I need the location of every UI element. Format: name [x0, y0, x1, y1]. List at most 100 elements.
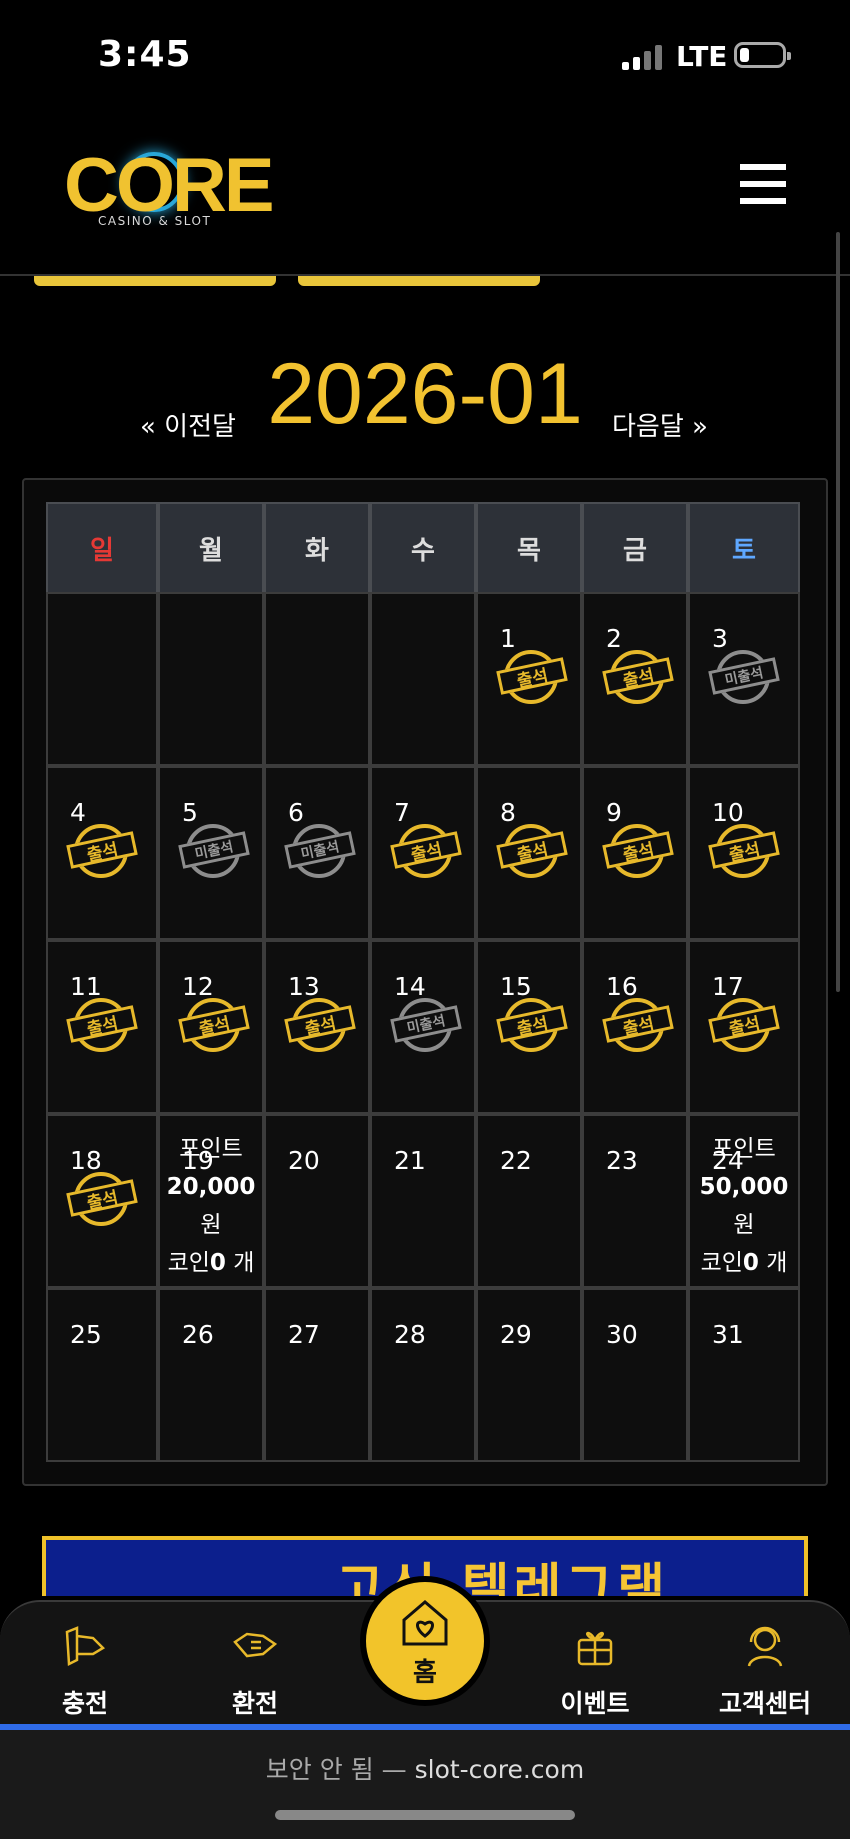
browser-url-bar[interactable]: 보안 안 됨 — slot-core.com	[0, 1730, 850, 1839]
calendar-day-cell[interactable]: 14 미출석	[370, 940, 476, 1114]
calendar-day-cell[interactable]: 2 출석	[582, 592, 688, 766]
calendar-day-cell[interactable]	[264, 592, 370, 766]
nav-support[interactable]: 고객센터	[705, 1602, 825, 1730]
reward-amount: 20,000	[166, 1174, 256, 1200]
day-number: 6	[288, 798, 304, 827]
absent-stamp: 미출석	[284, 824, 358, 878]
calendar-day-cell[interactable]: 29	[476, 1288, 582, 1462]
logo[interactable]: CORE CASINO & SLOT	[64, 148, 275, 230]
deposit-icon	[65, 1626, 106, 1666]
logo-subtitle: CASINO & SLOT	[98, 214, 212, 228]
status-time: 3:45	[98, 34, 192, 75]
nav-home-button[interactable]: 홈	[360, 1576, 490, 1706]
next-month-link[interactable]: 다음달 »	[612, 406, 708, 443]
calendar-day-cell[interactable]: 8 출석	[476, 766, 582, 940]
coin-unit: 개	[766, 1250, 788, 1276]
tab-stub-1[interactable]	[34, 276, 276, 286]
nav-event[interactable]: 이벤트	[535, 1602, 655, 1730]
calendar-day-cell[interactable]: 5 미출석	[158, 766, 264, 940]
calendar-day-cell[interactable]: 21	[370, 1114, 476, 1288]
attended-stamp: 출석	[66, 1172, 140, 1226]
day-number: 15	[500, 972, 532, 1001]
attended-stamp: 출석	[602, 998, 676, 1052]
attended-stamp: 출석	[496, 824, 570, 878]
home-indicator[interactable]	[275, 1810, 575, 1820]
calendar-day-cell[interactable]	[158, 592, 264, 766]
weekday-header: 일	[46, 502, 158, 594]
calendar-day-cell[interactable]: 18 출석	[46, 1114, 158, 1288]
absent-stamp: 미출석	[390, 998, 464, 1052]
attended-stamp: 출석	[178, 998, 252, 1052]
calendar-day-cell[interactable]	[46, 592, 158, 766]
calendar-day-cell[interactable]: 27	[264, 1288, 370, 1462]
calendar-day-cell[interactable]: 11 출석	[46, 940, 158, 1114]
calendar-day-cell[interactable]: 20	[264, 1114, 370, 1288]
attended-stamp: 출석	[66, 824, 140, 878]
day-number: 24	[712, 1146, 744, 1175]
day-number: 7	[394, 798, 410, 827]
day-number: 5	[182, 798, 198, 827]
calendar-day-cell[interactable]: 26	[158, 1288, 264, 1462]
day-number: 22	[500, 1146, 532, 1175]
day-number: 20	[288, 1146, 320, 1175]
battery-icon	[734, 42, 791, 68]
calendar-day-cell[interactable]	[370, 592, 476, 766]
calendar-day-cell[interactable]: 28	[370, 1288, 476, 1462]
calendar-day-cell[interactable]: 31	[688, 1288, 800, 1462]
coin-label: 코인	[167, 1250, 210, 1276]
attended-stamp: 출석	[602, 650, 676, 704]
attended-stamp: 출석	[602, 824, 676, 878]
calendar-day-cell[interactable]: 4 출석	[46, 766, 158, 940]
coin-unit: 개	[233, 1250, 255, 1276]
coin-count: 0	[742, 1250, 759, 1276]
calendar-day-cell[interactable]: 22	[476, 1114, 582, 1288]
day-number: 23	[606, 1146, 638, 1175]
calendar-day-cell[interactable]: 30	[582, 1288, 688, 1462]
day-number: 16	[606, 972, 638, 1001]
calendar-day-cell[interactable]: 17 출석	[688, 940, 800, 1114]
reward-unit: 원	[200, 1212, 222, 1238]
calendar-day-cell[interactable]: 12 출석	[158, 940, 264, 1114]
attended-stamp: 출석	[66, 998, 140, 1052]
day-number: 12	[182, 972, 214, 1001]
nav-withdraw[interactable]: 환전	[195, 1602, 315, 1730]
weekday-header: 수	[370, 502, 476, 594]
url-text[interactable]: 보안 안 됨 — slot-core.com	[0, 1750, 850, 1786]
calendar-day-cell[interactable]: 7 출석	[370, 766, 476, 940]
support-icon	[747, 1626, 783, 1667]
day-number: 30	[606, 1320, 638, 1349]
calendar-day-cell[interactable]: 3 미출석	[688, 592, 800, 766]
calendar-day-cell[interactable]: 16 출석	[582, 940, 688, 1114]
logo-text: CORE	[64, 143, 275, 228]
scrollbar[interactable]	[836, 232, 840, 992]
tab-stub-2[interactable]	[298, 276, 540, 286]
calendar-day-cell[interactable]: 6 미출석	[264, 766, 370, 940]
calendar-day-cell[interactable]: 13 출석	[264, 940, 370, 1114]
attended-stamp: 출석	[496, 998, 570, 1052]
absent-stamp: 미출석	[708, 650, 782, 704]
calendar-day-cell[interactable]: 15 출석	[476, 940, 582, 1114]
home-heart-icon	[402, 1600, 448, 1646]
reward-unit: 원	[733, 1212, 755, 1238]
calendar-day-cell[interactable]: 포인트 50,000 원 코인0 개 24	[688, 1114, 800, 1288]
day-number: 26	[182, 1320, 214, 1349]
menu-icon[interactable]	[740, 164, 786, 204]
day-number: 18	[70, 1146, 102, 1175]
weekday-header: 월	[158, 502, 264, 594]
day-number: 21	[394, 1146, 426, 1175]
calendar-day-cell[interactable]: 1 출석	[476, 592, 582, 766]
withdraw-icon	[233, 1632, 277, 1658]
day-number: 9	[606, 798, 622, 827]
day-number: 14	[394, 972, 426, 1001]
calendar-day-cell[interactable]: 10 출석	[688, 766, 800, 940]
calendar-day-cell[interactable]: 23	[582, 1114, 688, 1288]
day-number: 27	[288, 1320, 320, 1349]
calendar-day-cell[interactable]: 25	[46, 1288, 158, 1462]
calendar-day-cell[interactable]: 9 출석	[582, 766, 688, 940]
calendar-day-cell[interactable]: 포인트 20,000 원 코인0 개 19	[158, 1114, 264, 1288]
coin-count: 0	[209, 1250, 226, 1276]
nav-deposit[interactable]: 충전	[25, 1602, 145, 1730]
prev-month-link[interactable]: « 이전달	[140, 406, 236, 443]
day-number: 10	[712, 798, 744, 827]
url-domain: slot-core.com	[414, 1755, 585, 1784]
